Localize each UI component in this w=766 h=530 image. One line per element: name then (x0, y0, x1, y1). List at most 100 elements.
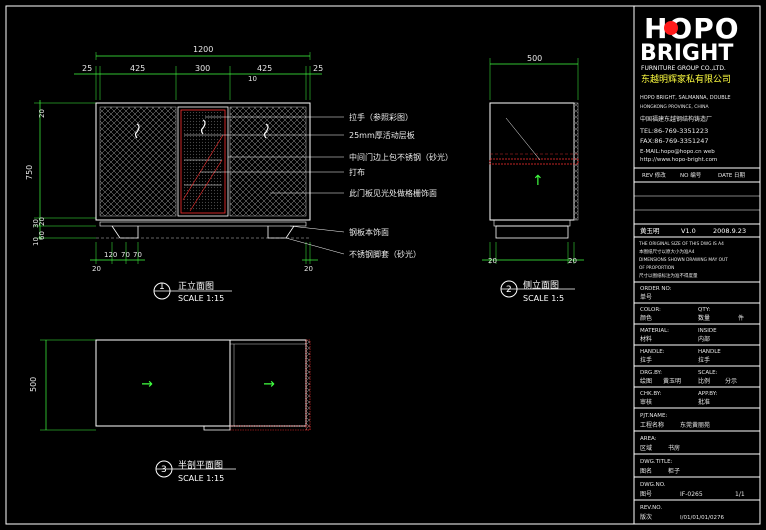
right-leg (267, 225, 295, 239)
view-title: 半剖平面图 (178, 459, 223, 471)
dim-left-10: 10 (32, 237, 40, 246)
order-label: ORDER NO: (640, 286, 672, 292)
dwg-sheet: 1/1 (735, 491, 745, 498)
company-name: 东越明辉家私有限公司 (641, 73, 731, 85)
company-info-line: HOPO BRIGHT, SALMANNA, DOUBLE (640, 95, 731, 101)
checked-cn: 审核 (640, 398, 652, 406)
project-label: PJT.NAME: (640, 413, 667, 419)
side-leg (495, 225, 569, 239)
label-fabric: 打布 (349, 167, 365, 177)
dim-bottom-70-a: 70 (121, 251, 130, 259)
plan-door-right (305, 339, 311, 431)
dim-bottom-70-b: 70 (133, 251, 142, 259)
material-value: INSIDE (698, 328, 717, 334)
view-scale: SCALE 1:5 (523, 294, 564, 303)
front-elevation: 1200 25 425 300 425 25 10 20 750 20 30 6… (25, 45, 453, 303)
side-door-edge (573, 102, 579, 221)
drawn-cn: 绘图 (640, 377, 652, 385)
rev-code-label: REV.NO. (640, 505, 662, 511)
right-door (229, 106, 307, 217)
plan-door-bottom (229, 425, 311, 431)
plan-middle-door (203, 425, 231, 431)
side-elevation: 500 ↑ 20 20 2 侧立面图 SCALE 1:5 (482, 54, 584, 303)
notice-line: OF PROPORTION (639, 265, 674, 271)
project-value: 东莞黄丽苑 (680, 421, 710, 429)
label-grille-face: 此门板见光处做格栅饰面 (349, 188, 437, 198)
dwg-no-value: IF-0265 (680, 491, 703, 498)
label-base-face: 钢板本饰面 (349, 227, 389, 237)
company-info-line: E-MAIL:hopo@hopo.cn web (640, 149, 715, 155)
direction-arrow: ↑ (138, 378, 154, 390)
notice-line: 本图纸尺寸以原大小为准A4 (639, 248, 695, 255)
view-scale: SCALE 1:15 (178, 294, 224, 303)
label-middle-door-edge: 中间门边上包不锈钢（砂光） (349, 152, 453, 162)
dwg-title-value: 柜子 (668, 467, 680, 475)
base-plinth (99, 221, 307, 227)
company-info-line: http://www.hopo-bright.com (640, 157, 717, 163)
dim-gap: 10 (248, 75, 257, 83)
notice-line: 尺寸以图纸标注为准不得度量 (639, 272, 698, 279)
material-cn: 材料 (640, 335, 652, 343)
company-info-line: FAX:86-769-3351247 (640, 137, 709, 145)
designer-version: V1.0 (681, 227, 696, 235)
color-cn: 颜色 (640, 314, 652, 322)
plan-view: 500 ↑ ↑ 3 半剖平面图 SCALE 1:15 (29, 339, 311, 483)
checked-label: CHK.BY: (640, 391, 661, 397)
project-cn: 工程名称 (640, 421, 664, 429)
left-leg (111, 225, 139, 239)
direction-arrow: ↑ (532, 173, 544, 189)
label-shelf: 25mm厚活动层板 (349, 130, 415, 140)
designer-name: 黄玉明 (640, 226, 660, 235)
dim-door-left: 425 (130, 64, 145, 73)
dim-door-middle: 300 (195, 64, 210, 73)
company-info-line: HONGKONG PROVINCE, CHINA (640, 104, 709, 110)
designer-date: 2008.9.23 (713, 227, 746, 235)
notice-line: THE ORIGINAL SIZE OF THIS DWG IS A4 (638, 241, 724, 247)
company-info-line: TEL:86-769-3351223 (639, 127, 708, 135)
dim-side-bottom-left: 20 (488, 257, 497, 265)
handle-cn: 拉手 (640, 356, 652, 364)
cad-drawing: HOPO BRIGHT FURNITURE GROUP CO.,LTD. 东越明… (5, 5, 761, 525)
qty-unit: 件 (738, 314, 744, 322)
color-value: 数量 (698, 314, 710, 322)
rev-header: REV 修改 (642, 171, 666, 179)
date-header: DATE 日期 (718, 172, 746, 179)
dim-height: 750 (25, 165, 34, 180)
notice-line: DIMENSIONS SHOWN DRAWING MAY OUT (639, 257, 728, 263)
handle-value-cn: 拉手 (698, 356, 710, 364)
material-value-cn: 内部 (698, 335, 710, 343)
dim-total-width: 1200 (193, 45, 213, 54)
view-title: 侧立面图 (523, 279, 559, 291)
dim-left-30: 30 (32, 219, 40, 228)
view-title: 正立面图 (178, 280, 214, 292)
dim-depth: 500 (527, 54, 542, 63)
dim-bottom-20-left: 20 (92, 265, 101, 273)
side-plinth (493, 219, 571, 227)
approved-cn: 批准 (698, 398, 710, 406)
color-label: COLOR: (640, 307, 661, 313)
scale-cn: 比例 (698, 377, 710, 385)
left-door (99, 106, 177, 217)
dwg-title-label: DWG.TITLE: (640, 459, 673, 465)
title-block: HOPO BRIGHT FURNITURE GROUP CO.,LTD. 东越明… (634, 12, 760, 521)
dim-side-bottom-right: 20 (568, 257, 577, 265)
dim-left-top: 20 (38, 109, 46, 118)
company-info-line: 中国福建东越钢结构铸造厂 (640, 115, 712, 123)
approved-label: APP.BY: (698, 391, 717, 397)
dwg-no-cn: 图号 (640, 491, 652, 498)
logo-text-2: BRIGHT (640, 41, 733, 66)
direction-arrow: ↑ (260, 378, 276, 390)
scale-label: SCALE: (698, 370, 718, 376)
dim-bottom-20-right: 20 (304, 265, 313, 273)
order-cn: 单号 (640, 293, 652, 301)
rev-code-value: I/01/01/01/0276 (680, 515, 725, 521)
handle-value: HANDLE (698, 349, 721, 355)
view-number: 2 (506, 285, 512, 295)
plan-outline-left (95, 339, 231, 427)
dwg-no-label: DWG.NO. (640, 482, 666, 488)
logo-dot (664, 21, 678, 35)
view-number: 1 (159, 282, 165, 292)
dim-plan-depth: 500 (29, 377, 38, 392)
area-value: 书房 (668, 444, 680, 452)
dim-edge-left: 25 (82, 64, 92, 73)
